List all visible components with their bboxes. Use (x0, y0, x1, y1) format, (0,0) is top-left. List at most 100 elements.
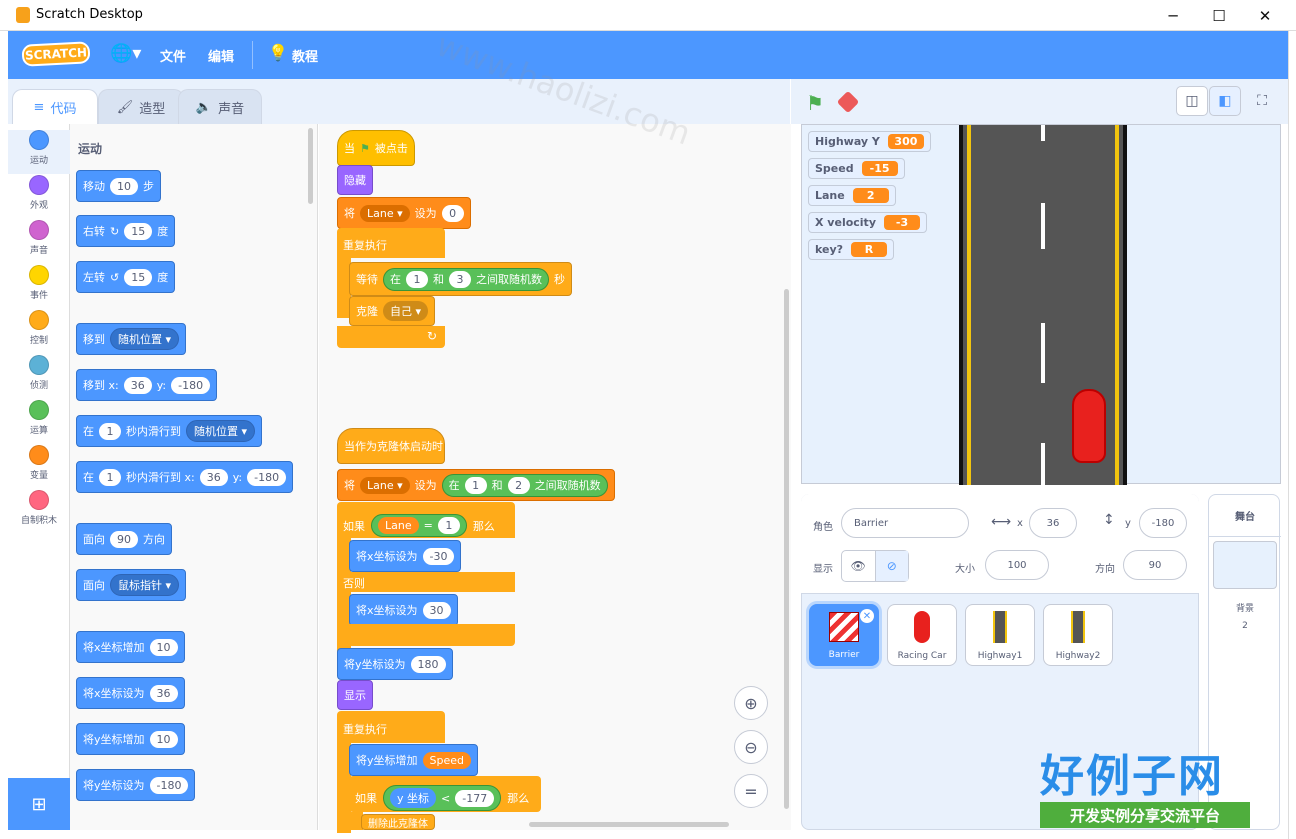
zoom-in-button[interactable]: ⊕ (734, 686, 768, 720)
show-block[interactable]: 显示 (337, 680, 373, 710)
glide-xy-block[interactable]: 在 1 秒内滑行到 x: 36 y: -180 (76, 461, 294, 493)
category-operators[interactable]: 运算 (8, 400, 70, 444)
add-extension-button[interactable]: ⊞ (8, 778, 70, 830)
block-input[interactable]: 90 (110, 530, 138, 548)
block-input[interactable]: 1 (464, 476, 487, 494)
script-vscrollbar[interactable] (784, 289, 789, 809)
category-events[interactable]: 事件 (8, 265, 70, 309)
block-input[interactable]: 36 (199, 468, 228, 486)
less-than-operator[interactable]: y 坐标 < -177 (383, 785, 502, 811)
x-input[interactable]: 36 (1029, 508, 1077, 538)
when-start-as-clone-block[interactable]: 当作为克隆体启动时 (337, 428, 445, 464)
point-direction-block[interactable]: 面向 90 方向 (76, 523, 172, 555)
goto-xy-block[interactable]: 移到 x: 36 y: -180 (76, 369, 218, 401)
stage-canvas[interactable]: Highway Y 300 Speed -15 Lane 2 X velocity -3… (801, 124, 1281, 489)
category-myblocks[interactable]: 自制积木 (8, 490, 70, 534)
small-stage-button[interactable]: ◫ (1176, 86, 1208, 116)
block-input[interactable]: -180 (247, 468, 287, 486)
block-input[interactable]: 36 (123, 376, 152, 394)
file-menu[interactable]: 文件 (160, 46, 186, 65)
when-flag-clicked-block[interactable]: 当 ⚑ 被点击 (337, 130, 415, 166)
random-operator[interactable]: 在 1 和 2 之间取随机数 (441, 473, 608, 497)
clone-dropdown[interactable]: 自己 ▾ (383, 301, 429, 321)
minimize-button[interactable]: ─ (1150, 0, 1196, 31)
sprite-card-racing-car[interactable]: Racing Car (887, 604, 957, 666)
tab-costumes[interactable]: 🖌 造型 (98, 89, 184, 125)
block-input[interactable]: 1 (99, 422, 121, 440)
y-input[interactable]: -180 (1139, 508, 1187, 538)
set-x-block-2[interactable]: 将x坐标设为 30 (349, 594, 458, 626)
y-position-reporter[interactable]: y 坐标 (390, 788, 437, 808)
hide-eye-icon[interactable]: ⊘ (874, 551, 908, 581)
green-flag-button[interactable]: ⚑ (806, 91, 824, 115)
set-x-block[interactable]: 将x坐标设为 36 (76, 677, 185, 709)
create-clone-block[interactable]: 克隆 自己 ▾ (349, 296, 436, 326)
sprite-card-barrier[interactable]: ✕ Barrier (809, 604, 879, 666)
point-towards-block[interactable]: 面向 鼠标指针 ▾ (76, 569, 187, 601)
delete-sprite-icon[interactable]: ✕ (860, 609, 874, 623)
block-input[interactable]: 10 (149, 638, 178, 656)
block-input[interactable]: 10 (110, 177, 138, 195)
goto-dropdown[interactable]: 随机位置 ▾ (110, 328, 180, 350)
variable-reporter[interactable]: Speed (422, 751, 471, 769)
category-variables[interactable]: 变量 (8, 445, 70, 489)
block-input[interactable]: -30 (422, 547, 455, 565)
variable-dropdown[interactable]: Lane ▾ (360, 476, 410, 494)
glide-to-block[interactable]: 在 1 秒内滑行到 随机位置 ▾ (76, 415, 263, 447)
sprite-name-input[interactable]: Barrier (841, 508, 969, 538)
goto-block[interactable]: 移到 随机位置 ▾ (76, 323, 187, 355)
hide-block[interactable]: 隐藏 (337, 165, 373, 195)
random-operator[interactable]: 在 1 和 3 之间取随机数 (383, 267, 549, 291)
change-y-by-speed-block[interactable]: 将y坐标增加 Speed (349, 744, 478, 776)
block-input[interactable]: -180 (171, 376, 211, 394)
globe-icon[interactable]: 🌐▾ (110, 43, 141, 64)
category-control[interactable]: 控制 (8, 310, 70, 354)
category-sound[interactable]: 声音 (8, 220, 70, 264)
script-area[interactable]: 当 ⚑ 被点击 隐藏 将 Lane ▾ 设为 0 重复执行 等待在 1 和 3 之间取随机数秒 克… (319, 124, 791, 833)
block-input[interactable]: 180 (410, 655, 446, 673)
edit-menu[interactable]: 编辑 (208, 46, 234, 65)
maximize-button[interactable]: ☐ (1196, 0, 1242, 31)
block-input[interactable]: 36 (149, 684, 178, 702)
tutorials-menu[interactable]: 教程 (292, 46, 318, 65)
block-input[interactable]: 0 (441, 204, 464, 222)
size-input[interactable]: 100 (985, 550, 1049, 580)
fullscreen-button[interactable]: ⛶ (1246, 86, 1278, 116)
block-input[interactable]: -177 (455, 789, 495, 807)
variable-reporter[interactable]: Lane (378, 517, 419, 534)
close-button[interactable]: ✕ (1242, 0, 1288, 31)
set-x-block[interactable]: 将x坐标设为 -30 (349, 540, 462, 572)
block-input[interactable]: -180 (149, 776, 189, 794)
block-input[interactable]: 1 (99, 468, 121, 486)
category-sensing[interactable]: 侦测 (8, 355, 70, 399)
set-lane-block[interactable]: 将 Lane ▾ 设为 0 (337, 197, 471, 229)
move-steps-block[interactable]: 移动 10 步 (76, 170, 161, 202)
block-input[interactable]: 1 (406, 270, 428, 288)
delete-clone-block[interactable]: 删除此克隆体 (361, 814, 435, 830)
block-input[interactable]: 15 (124, 268, 153, 286)
turn-left-block[interactable]: 左转 ↺ 15 度 (76, 261, 176, 293)
set-lane-random-block[interactable]: 将 Lane ▾ 设为在 1 和 2 之间取随机数 (337, 469, 615, 501)
change-x-block[interactable]: 将x坐标增加 10 (76, 631, 185, 663)
block-input[interactable]: 2 (507, 476, 530, 494)
zoom-out-button[interactable]: ⊖ (734, 730, 768, 764)
sprite-card-highway1[interactable]: Highway1 (965, 604, 1035, 666)
towards-dropdown[interactable]: 鼠标指针 ▾ (110, 574, 180, 596)
block-input[interactable]: 1 (437, 517, 460, 534)
script-hscrollbar[interactable] (529, 822, 729, 827)
variable-dropdown[interactable]: Lane ▾ (360, 204, 410, 222)
wait-random-block[interactable]: 等待在 1 和 3 之间取随机数秒 (349, 262, 572, 296)
zoom-reset-button[interactable]: = (734, 774, 768, 808)
direction-input[interactable]: 90 (1123, 550, 1187, 580)
block-input[interactable]: 30 (422, 601, 451, 619)
change-y-block[interactable]: 将y坐标增加 10 (76, 723, 185, 755)
block-input[interactable]: 3 (449, 270, 471, 288)
tab-code[interactable]: ≡ 代码 (12, 89, 98, 125)
sprite-card-highway2[interactable]: Highway2 (1043, 604, 1113, 666)
turn-right-block[interactable]: 右转 ↻ 15 度 (76, 215, 176, 247)
glide-dropdown[interactable]: 随机位置 ▾ (186, 420, 256, 442)
category-looks[interactable]: 外观 (8, 175, 70, 219)
large-stage-button[interactable]: ◧ (1209, 86, 1241, 116)
block-input[interactable]: 10 (149, 730, 178, 748)
scratch-logo[interactable]: SCRATCH (21, 41, 91, 67)
